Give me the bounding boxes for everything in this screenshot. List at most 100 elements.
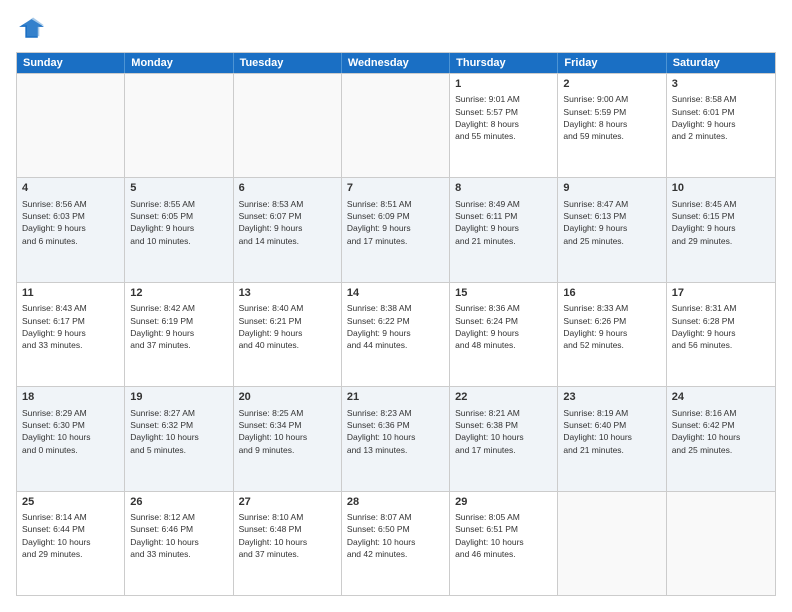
calendar-cell-28: 28Sunrise: 8:07 AM Sunset: 6:50 PM Dayli… xyxy=(342,492,450,595)
day-number-26: 26 xyxy=(130,495,227,510)
sun-info-18: Sunrise: 8:29 AM Sunset: 6:30 PM Dayligh… xyxy=(22,407,119,456)
calendar-cell-19: 19 Sunrise: 8:27 AM Sunset: 6:32 PM Dayli… xyxy=(125,387,233,490)
day-number-8: 8 xyxy=(455,181,552,196)
sun-info-12: Sunrise: 8:42 AM Sunset: 6:19 PM Dayligh… xyxy=(130,302,227,351)
calendar-row-0: 1Sunrise: 9:01 AM Sunset: 5:57 PM Daylig… xyxy=(17,73,775,177)
logo-icon xyxy=(16,16,44,44)
day-number-23: 23 xyxy=(563,390,660,405)
calendar-cell-empty-0-1 xyxy=(125,74,233,177)
calendar-cell-27: 27Sunrise: 8:10 AM Sunset: 6:48 PM Dayli… xyxy=(234,492,342,595)
day-number-27: 27 xyxy=(239,495,336,510)
calendar-cell-8: 8 Sunrise: 8:49 AM Sunset: 6:11 PM Daylig… xyxy=(450,178,558,281)
day-number-25: 25 xyxy=(22,495,119,510)
sun-info-19: Sunrise: 8:27 AM Sunset: 6:32 PM Dayligh… xyxy=(130,407,227,456)
sun-info-16: Sunrise: 8:33 AM Sunset: 6:26 PM Dayligh… xyxy=(563,302,660,351)
calendar: SundayMondayTuesdayWednesdayThursdayFrid… xyxy=(16,52,776,596)
calendar-row-3: 18 Sunrise: 8:29 AM Sunset: 6:30 PM Dayli… xyxy=(17,386,775,490)
calendar-cell-9: 9 Sunrise: 8:47 AM Sunset: 6:13 PM Daylig… xyxy=(558,178,666,281)
calendar-cell-5: 5 Sunrise: 8:55 AM Sunset: 6:05 PM Daylig… xyxy=(125,178,233,281)
header-day-sunday: Sunday xyxy=(17,53,125,73)
sun-info-28: Sunrise: 8:07 AM Sunset: 6:50 PM Dayligh… xyxy=(347,511,444,560)
day-number-12: 12 xyxy=(130,286,227,301)
calendar-cell-10: 10 Sunrise: 8:45 AM Sunset: 6:15 PM Dayli… xyxy=(667,178,775,281)
calendar-cell-20: 20 Sunrise: 8:25 AM Sunset: 6:34 PM Dayli… xyxy=(234,387,342,490)
calendar-cell-7: 7 Sunrise: 8:51 AM Sunset: 6:09 PM Daylig… xyxy=(342,178,450,281)
calendar-cell-23: 23 Sunrise: 8:19 AM Sunset: 6:40 PM Dayli… xyxy=(558,387,666,490)
day-number-19: 19 xyxy=(130,390,227,405)
calendar-cell-2: 2Sunrise: 9:00 AM Sunset: 5:59 PM Daylig… xyxy=(558,74,666,177)
header-day-tuesday: Tuesday xyxy=(234,53,342,73)
sun-info-29: Sunrise: 8:05 AM Sunset: 6:51 PM Dayligh… xyxy=(455,511,552,560)
sun-info-23: Sunrise: 8:19 AM Sunset: 6:40 PM Dayligh… xyxy=(563,407,660,456)
sun-info-10: Sunrise: 8:45 AM Sunset: 6:15 PM Dayligh… xyxy=(672,198,770,247)
calendar-cell-empty-4-5 xyxy=(558,492,666,595)
calendar-cell-21: 21Sunrise: 8:23 AM Sunset: 6:36 PM Dayli… xyxy=(342,387,450,490)
day-number-18: 18 xyxy=(22,390,119,405)
day-number-24: 24 xyxy=(672,390,770,405)
header-day-thursday: Thursday xyxy=(450,53,558,73)
day-number-5: 5 xyxy=(130,181,227,196)
calendar-cell-25: 25Sunrise: 8:14 AM Sunset: 6:44 PM Dayli… xyxy=(17,492,125,595)
day-number-1: 1 xyxy=(455,77,552,92)
calendar-cell-24: 24 Sunrise: 8:16 AM Sunset: 6:42 PM Dayli… xyxy=(667,387,775,490)
calendar-cell-12: 12Sunrise: 8:42 AM Sunset: 6:19 PM Dayli… xyxy=(125,283,233,386)
sun-info-8: Sunrise: 8:49 AM Sunset: 6:11 PM Dayligh… xyxy=(455,198,552,247)
calendar-cell-empty-0-0 xyxy=(17,74,125,177)
calendar-cell-13: 13Sunrise: 8:40 AM Sunset: 6:21 PM Dayli… xyxy=(234,283,342,386)
day-number-4: 4 xyxy=(22,181,119,196)
calendar-cell-3: 3Sunrise: 8:58 AM Sunset: 6:01 PM Daylig… xyxy=(667,74,775,177)
day-number-9: 9 xyxy=(563,181,660,196)
calendar-cell-29: 29Sunrise: 8:05 AM Sunset: 6:51 PM Dayli… xyxy=(450,492,558,595)
calendar-cell-22: 22 Sunrise: 8:21 AM Sunset: 6:38 PM Dayli… xyxy=(450,387,558,490)
calendar-row-4: 25Sunrise: 8:14 AM Sunset: 6:44 PM Dayli… xyxy=(17,491,775,595)
day-number-7: 7 xyxy=(347,181,444,196)
day-number-20: 20 xyxy=(239,390,336,405)
header-day-monday: Monday xyxy=(125,53,233,73)
day-number-13: 13 xyxy=(239,286,336,301)
day-number-11: 11 xyxy=(22,286,119,301)
day-number-15: 15 xyxy=(455,286,552,301)
logo xyxy=(16,16,48,44)
day-number-6: 6 xyxy=(239,181,336,196)
calendar-header: SundayMondayTuesdayWednesdayThursdayFrid… xyxy=(17,53,775,73)
calendar-cell-1: 1Sunrise: 9:01 AM Sunset: 5:57 PM Daylig… xyxy=(450,74,558,177)
calendar-cell-16: 16Sunrise: 8:33 AM Sunset: 6:26 PM Dayli… xyxy=(558,283,666,386)
sun-info-25: Sunrise: 8:14 AM Sunset: 6:44 PM Dayligh… xyxy=(22,511,119,560)
sun-info-9: Sunrise: 8:47 AM Sunset: 6:13 PM Dayligh… xyxy=(563,198,660,247)
calendar-cell-empty-0-2 xyxy=(234,74,342,177)
sun-info-20: Sunrise: 8:25 AM Sunset: 6:34 PM Dayligh… xyxy=(239,407,336,456)
sun-info-17: Sunrise: 8:31 AM Sunset: 6:28 PM Dayligh… xyxy=(672,302,770,351)
calendar-cell-11: 11Sunrise: 8:43 AM Sunset: 6:17 PM Dayli… xyxy=(17,283,125,386)
sun-info-6: Sunrise: 8:53 AM Sunset: 6:07 PM Dayligh… xyxy=(239,198,336,247)
day-number-22: 22 xyxy=(455,390,552,405)
sun-info-22: Sunrise: 8:21 AM Sunset: 6:38 PM Dayligh… xyxy=(455,407,552,456)
sun-info-4: Sunrise: 8:56 AM Sunset: 6:03 PM Dayligh… xyxy=(22,198,119,247)
calendar-cell-empty-0-3 xyxy=(342,74,450,177)
day-number-3: 3 xyxy=(672,77,770,92)
sun-info-24: Sunrise: 8:16 AM Sunset: 6:42 PM Dayligh… xyxy=(672,407,770,456)
sun-info-13: Sunrise: 8:40 AM Sunset: 6:21 PM Dayligh… xyxy=(239,302,336,351)
day-number-16: 16 xyxy=(563,286,660,301)
day-number-2: 2 xyxy=(563,77,660,92)
sun-info-1: Sunrise: 9:01 AM Sunset: 5:57 PM Dayligh… xyxy=(455,93,552,142)
header-day-saturday: Saturday xyxy=(667,53,775,73)
sun-info-3: Sunrise: 8:58 AM Sunset: 6:01 PM Dayligh… xyxy=(672,93,770,142)
header-day-wednesday: Wednesday xyxy=(342,53,450,73)
sun-info-2: Sunrise: 9:00 AM Sunset: 5:59 PM Dayligh… xyxy=(563,93,660,142)
sun-info-21: Sunrise: 8:23 AM Sunset: 6:36 PM Dayligh… xyxy=(347,407,444,456)
sun-info-14: Sunrise: 8:38 AM Sunset: 6:22 PM Dayligh… xyxy=(347,302,444,351)
page: SundayMondayTuesdayWednesdayThursdayFrid… xyxy=(0,0,792,612)
sun-info-7: Sunrise: 8:51 AM Sunset: 6:09 PM Dayligh… xyxy=(347,198,444,247)
calendar-cell-18: 18 Sunrise: 8:29 AM Sunset: 6:30 PM Dayli… xyxy=(17,387,125,490)
sun-info-26: Sunrise: 8:12 AM Sunset: 6:46 PM Dayligh… xyxy=(130,511,227,560)
day-number-10: 10 xyxy=(672,181,770,196)
calendar-row-2: 11Sunrise: 8:43 AM Sunset: 6:17 PM Dayli… xyxy=(17,282,775,386)
day-number-29: 29 xyxy=(455,495,552,510)
day-number-28: 28 xyxy=(347,495,444,510)
calendar-cell-17: 17Sunrise: 8:31 AM Sunset: 6:28 PM Dayli… xyxy=(667,283,775,386)
calendar-body: 1Sunrise: 9:01 AM Sunset: 5:57 PM Daylig… xyxy=(17,73,775,595)
sun-info-15: Sunrise: 8:36 AM Sunset: 6:24 PM Dayligh… xyxy=(455,302,552,351)
sun-info-11: Sunrise: 8:43 AM Sunset: 6:17 PM Dayligh… xyxy=(22,302,119,351)
calendar-cell-14: 14Sunrise: 8:38 AM Sunset: 6:22 PM Dayli… xyxy=(342,283,450,386)
sun-info-5: Sunrise: 8:55 AM Sunset: 6:05 PM Dayligh… xyxy=(130,198,227,247)
